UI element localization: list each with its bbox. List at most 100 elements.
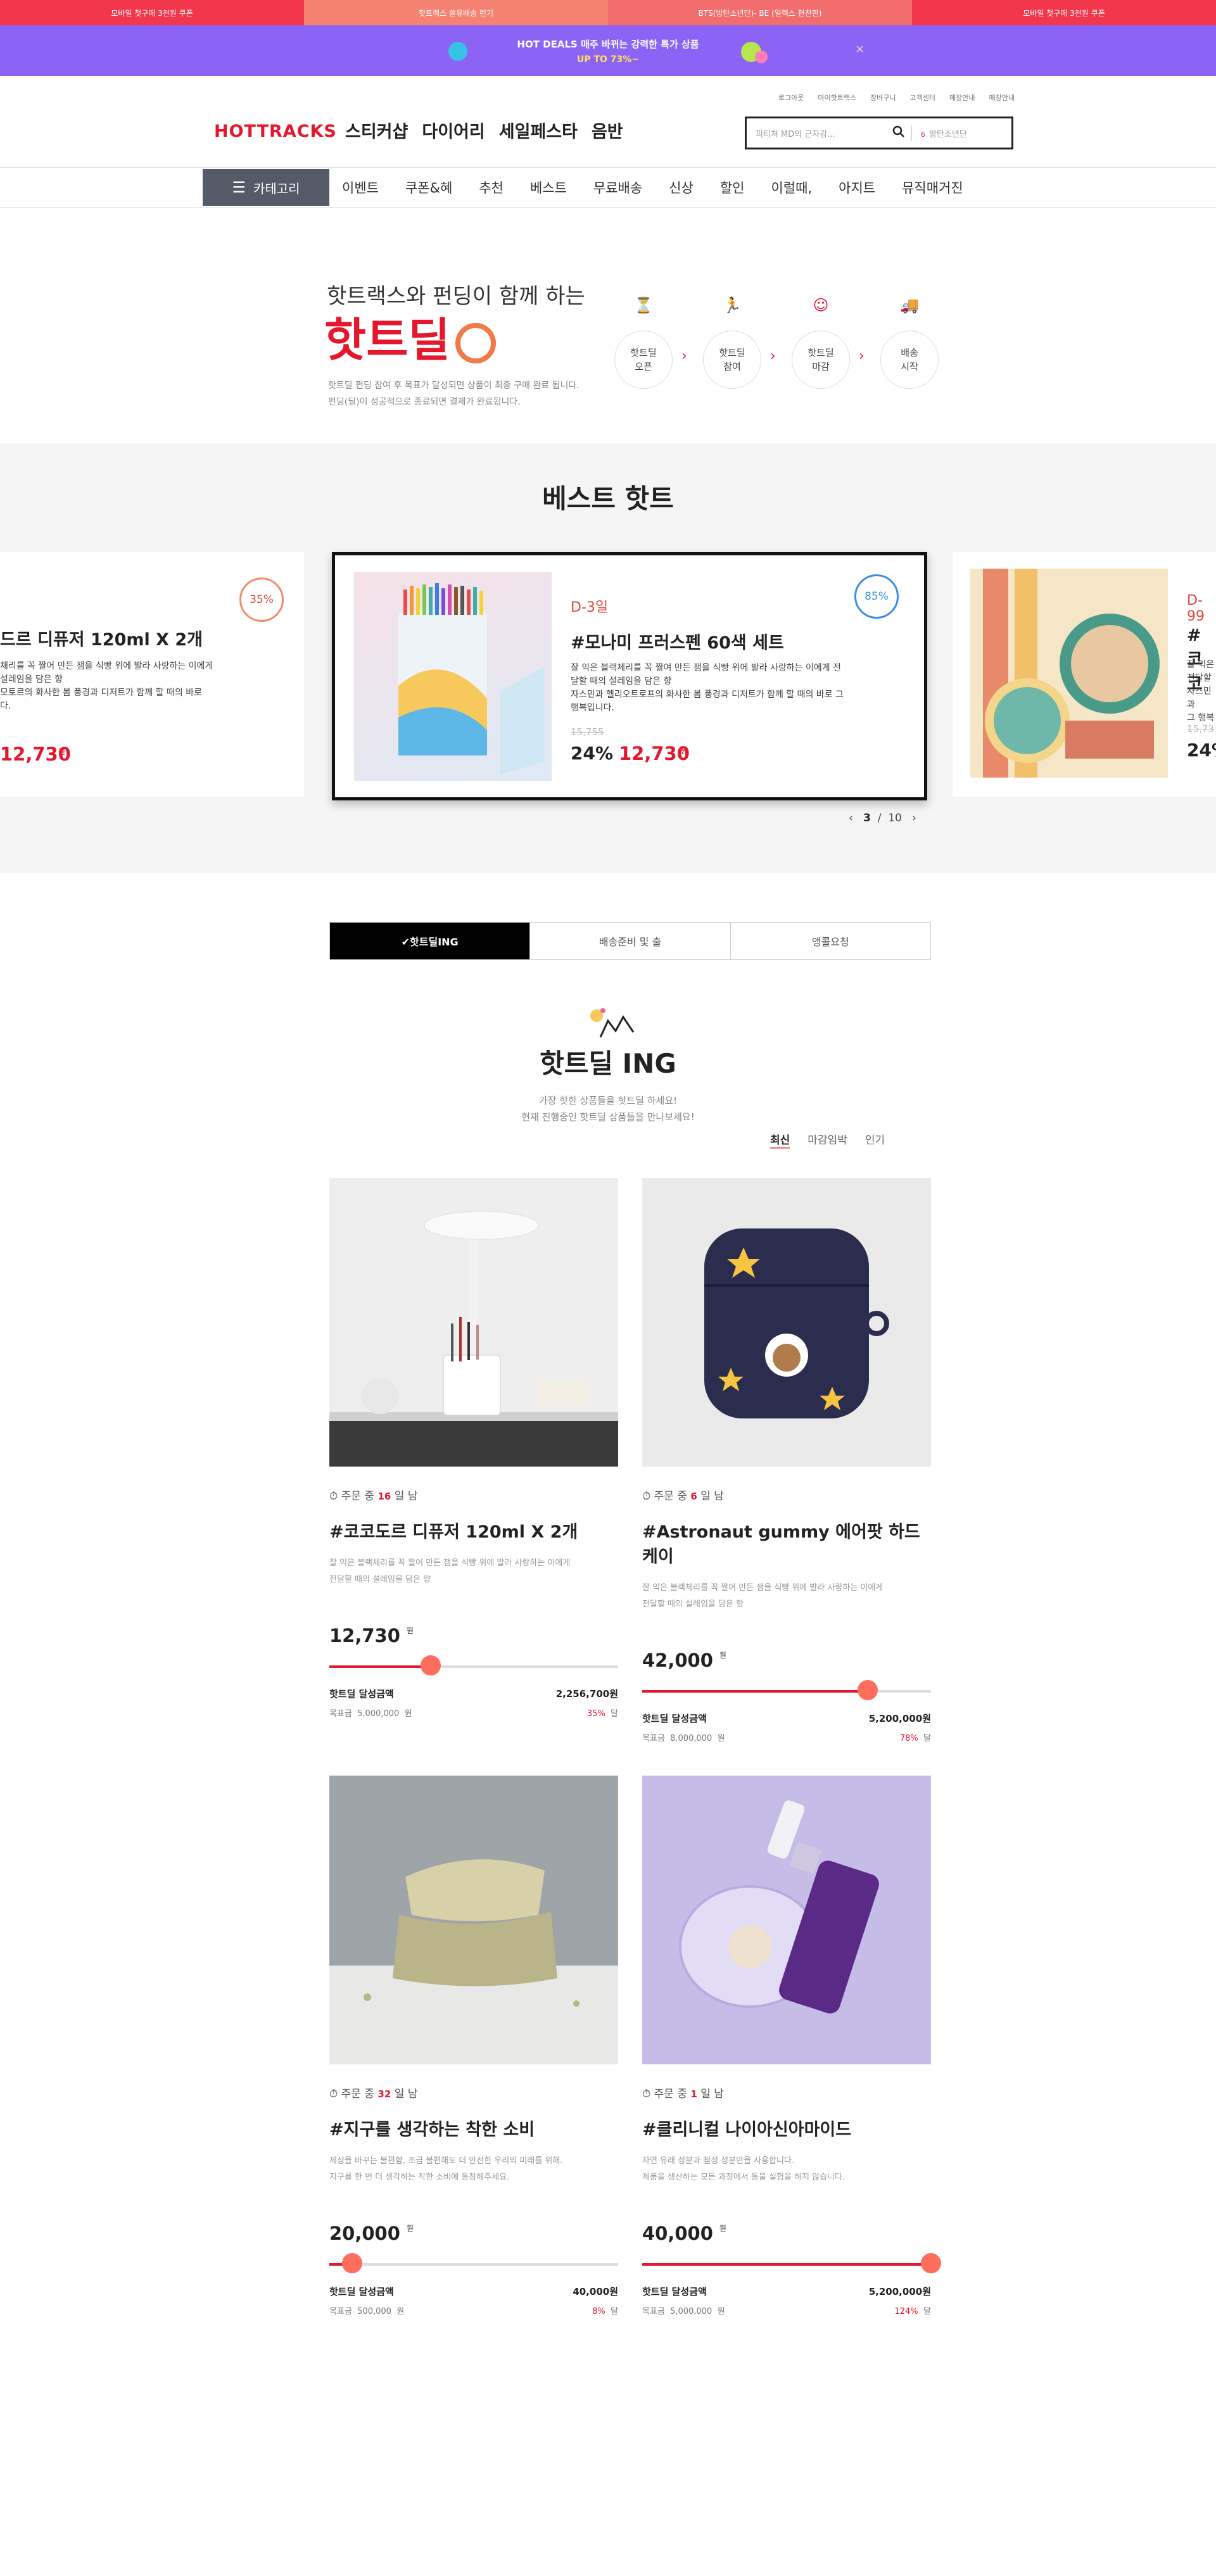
- promo-item[interactable]: 모바일 첫구매 3천원 쿠폰: [0, 0, 304, 25]
- search-input[interactable]: 피티처 MD의 근자감...: [747, 127, 886, 139]
- nav-item[interactable]: 뮤직매거진: [902, 178, 963, 197]
- nav-item[interactable]: 할인: [720, 178, 745, 197]
- tab-ing[interactable]: ✔핫트딜ING: [330, 923, 530, 959]
- product-image: [329, 1776, 618, 2064]
- cart-link[interactable]: 장바구니: [870, 92, 896, 103]
- chevron-right-icon: ›: [681, 348, 687, 364]
- card-desc: 잘 익은 전달할 자스민과 그 행복: [1187, 659, 1216, 725]
- achieve-suffix: 달: [611, 2307, 618, 2316]
- product-image: [354, 572, 552, 781]
- top-category-link[interactable]: 다이어리: [422, 118, 484, 142]
- step-circle: 배송 시작: [880, 331, 939, 389]
- nav-item[interactable]: 쿠폰&혜: [405, 178, 452, 197]
- step-label: 시작: [901, 361, 918, 372]
- best-card[interactable]: D-99 #코코 잘 익은 전달할 자스민과 그 행복 15,73 24%: [953, 552, 1216, 797]
- truck-icon: 🚚: [900, 296, 919, 314]
- card-name: 드르 디퓨저 120ml X 2개: [0, 630, 203, 650]
- desc-line: 지구를 한 번 더 생각하는 착한 소비에 동참해주세요.: [329, 2173, 510, 2182]
- product-card[interactable]: ⏱ 주문 중 6 일 남 #Astronaut gummy 에어팟 하드케이 잘…: [642, 1178, 931, 1743]
- ing-header: 핫트딜 ING 가장 핫한 상품들을 핫트딜 하세요! 현재 진행중인 핫트딜 …: [0, 1007, 1216, 1125]
- won-unit: 원: [404, 1709, 412, 1719]
- rate-badge: 35%: [239, 578, 284, 622]
- step-label: 핫트딜: [630, 347, 657, 358]
- desc-line: 전달할 때의 설레임을 담은 향: [329, 1575, 431, 1584]
- won-unit: 원: [406, 1626, 414, 1635]
- nav-item[interactable]: 이벤트: [342, 178, 379, 197]
- order-pre: 주문 중: [341, 1490, 374, 1503]
- search-icon[interactable]: [886, 125, 911, 141]
- desc-line: 자스민과 헬리오트로프의 화사한 봄 풍경과 디저트가 함께 할 때의 바로 그: [571, 690, 844, 700]
- nav-item[interactable]: 베스트: [530, 178, 567, 197]
- store-info-link[interactable]: 매장안내: [989, 92, 1015, 103]
- achieve-rate: 78%: [899, 1734, 918, 1743]
- product-desc: 잘 익은 블랙체리를 꼭 짤어 만든 잼을 식빵 위에 발라 사랑하는 이에게 …: [642, 1580, 931, 1631]
- order-status: ⏱ 주문 중 16 일 남: [329, 1487, 618, 1503]
- trending-keyword[interactable]: 6 방탄소년단: [912, 127, 967, 139]
- decor-circle: [448, 42, 467, 61]
- clock-icon: ⏱: [329, 1490, 338, 1503]
- product-name: #클리니컬 나이아신아마이드: [642, 2120, 852, 2140]
- hotdeal-banner[interactable]: HOT DEALS 매주 바뀌는 강력한 특가 상품 UP TO 73%~ ×: [0, 25, 1216, 76]
- promo-item[interactable]: 모바일 첫구매 3천원 쿠폰: [912, 0, 1216, 25]
- product-card[interactable]: ⏱ 주문 중 16 일 남 #코코도르 디퓨저 120ml X 2개 잘 익은 …: [329, 1178, 618, 1719]
- top-categories: 스티커샵 다이어리 세일페스타 음반: [345, 118, 623, 142]
- top-category-link[interactable]: 세일페스타: [499, 118, 578, 142]
- hamburger-icon: ☰: [232, 179, 246, 196]
- top-category-link[interactable]: 음반: [592, 118, 623, 142]
- sort-popular[interactable]: 인기: [865, 1131, 885, 1149]
- step-circle: 핫트딜 오픈: [614, 331, 673, 389]
- best-card[interactable]: 35% 드르 디퓨저 120ml X 2개 채리를 꼭 짤어 만든 잼을 식빵 …: [0, 552, 304, 797]
- nav-item[interactable]: 추천: [479, 178, 504, 197]
- product-card[interactable]: ⏱ 주문 중 1 일 남 #클리니컬 나이아신아마이드 자연 유래 성분과 첨성…: [642, 1776, 941, 2316]
- tab-encore[interactable]: 앵콜요청: [730, 923, 930, 959]
- best-card-featured[interactable]: D-3일 85% #모나미 프러스펜 60색 세트 잘 익은 블랙체리를 꼭 짤…: [332, 552, 927, 800]
- category-button[interactable]: ☰ 카테고리: [203, 169, 329, 206]
- order-post: 일 남: [394, 1490, 418, 1503]
- step-close: ☺ 핫트딜 마감: [792, 296, 850, 389]
- product-card[interactable]: ⏱ 주문 중 32 일 남 #지구를 생각하는 착한 소비 제상을 바꾸는 불편…: [329, 1776, 618, 2316]
- close-icon[interactable]: ×: [855, 42, 864, 56]
- promo-item[interactable]: BTS(방탄소년단)- BE (일렉스 편찬한): [608, 0, 912, 25]
- nav-item[interactable]: 아지트: [839, 178, 875, 197]
- hotdeal-banner-discount: UP TO 73%~: [576, 54, 640, 65]
- achieve-rate: 124%: [894, 2307, 918, 2316]
- desc-line: 채리를 꼭 짤어 만든 잼을 식빵 위에 발라 사랑하는 이에게: [0, 661, 213, 671]
- days-left: 6: [690, 1491, 697, 1502]
- desc-line: 설레임을 담은 향: [0, 674, 63, 685]
- won-unit: 원: [681, 747, 688, 755]
- step-open: ⏳ 핫트딜 오픈: [614, 296, 673, 389]
- goal-label: 핫트딜 달성금액: [329, 2286, 394, 2297]
- top-category-link[interactable]: 스티커샵: [345, 118, 408, 142]
- nav-item[interactable]: 신상: [669, 178, 694, 197]
- sub-line: 현재 진행중인 핫트딜 상품들을 만나보세요!: [521, 1111, 695, 1123]
- myhottracks-link[interactable]: 마이핫트랙스: [818, 92, 856, 103]
- achieve-rate: 35%: [586, 1709, 605, 1719]
- smile-icon: ☺: [813, 296, 829, 314]
- progress-fill: [642, 1690, 868, 1693]
- nav-item[interactable]: 이럴때,: [771, 178, 812, 197]
- promo-item[interactable]: 핫트랙스 쓸유배송 런기: [304, 0, 608, 25]
- customer-center-link[interactable]: 고객센터: [910, 92, 935, 103]
- product-price: 40,000 원: [642, 2223, 931, 2244]
- keyword-rank: 6: [921, 130, 925, 139]
- chevron-left-icon[interactable]: ‹: [849, 812, 853, 824]
- logo[interactable]: HOTTRACKS: [214, 122, 337, 141]
- keyword-text: 방탄소년단: [929, 129, 967, 139]
- sort-deadline[interactable]: 마감임박: [808, 1131, 847, 1149]
- progress-fill: [329, 1665, 431, 1668]
- tab-shipping[interactable]: 배송준비 및 출: [529, 923, 730, 959]
- progress-bar: [642, 2253, 941, 2273]
- chevron-right-icon[interactable]: ›: [912, 812, 916, 824]
- sort-latest[interactable]: 최신: [770, 1131, 790, 1149]
- dday-label: D-99: [1187, 593, 1205, 624]
- store-info-link[interactable]: 매장안내: [949, 92, 975, 103]
- nav-item[interactable]: 무료배송: [593, 178, 642, 197]
- step-circle: 핫트딜 참여: [703, 331, 761, 389]
- target-amount: 500,000: [357, 2307, 391, 2316]
- logout-link[interactable]: 로그아웃: [778, 92, 804, 103]
- desc-line: 다.: [0, 701, 11, 711]
- target-label: 목표금: [329, 2307, 352, 2316]
- decor-circle: [755, 51, 768, 63]
- product-price: 20,000 원: [329, 2223, 618, 2244]
- step-label: 참여: [723, 361, 741, 372]
